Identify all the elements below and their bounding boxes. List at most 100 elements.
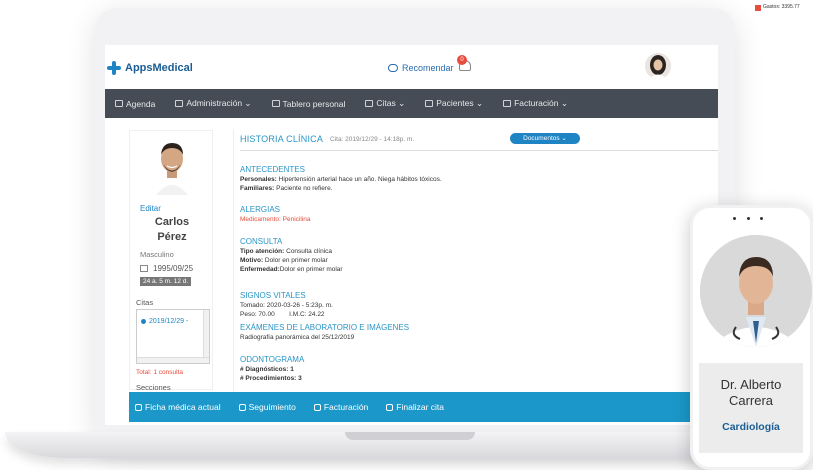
app-screen: AppsMedical Recomendar 0 Agenda Administ…	[105, 45, 718, 425]
consulta-motivo: Motivo: Dolor en primer molar	[240, 256, 343, 265]
expense-text: Gastos: 3395.77	[763, 4, 800, 10]
nav-agenda-label: Agenda	[126, 98, 156, 109]
examenes-heading: EXÁMENES DE LABORATORIO E IMÁGENES	[240, 323, 410, 332]
ficha-medica-button[interactable]: Ficha médica actual	[135, 402, 221, 412]
patient-first-name: Carlos	[154, 216, 190, 228]
user-icon	[135, 403, 142, 411]
section-examenes: EXÁMENES DE LABORATORIO E IMÁGENES Radio…	[240, 323, 409, 342]
finalizar-cita-label: Finalizar cita	[396, 402, 444, 412]
doctor-card: Dr. Alberto Carrera Cardiología	[699, 363, 803, 453]
motivo-label: Motivo:	[240, 257, 264, 264]
phone-speaker	[733, 217, 763, 220]
nav-pacientes[interactable]: Pacientes ⌄	[415, 98, 493, 109]
phone-mockup: Dr. Alberto Carrera Cardiología	[690, 205, 813, 470]
logo[interactable]: AppsMedical	[107, 61, 193, 75]
patient-last-name: Pérez	[157, 231, 187, 243]
notifications-button[interactable]: 0	[457, 55, 473, 73]
seguimiento-label: Seguimiento	[248, 402, 296, 412]
chart-icon	[271, 100, 280, 107]
familiares-label: Familiares:	[240, 185, 275, 192]
odontograma-procedimientos: # Procedimientos: 3	[240, 375, 302, 382]
personales-label: Personales:	[240, 176, 277, 183]
calendar-check-icon	[365, 100, 374, 107]
consulta-enfermedad: Enfermedad:Dolor en primer molar	[240, 265, 343, 274]
odontograma-diagnosticos: # Diagnósticos: 1	[240, 366, 294, 373]
medical-cross-icon	[107, 61, 121, 75]
familiares-value: Paciente no refiere.	[274, 185, 333, 192]
clinical-history-title: HISTORIA CLÍNICA	[240, 134, 324, 144]
doctor-photo	[700, 235, 812, 347]
facturacion-button[interactable]: Facturación	[313, 402, 369, 412]
chat-bubble-icon	[388, 64, 398, 72]
facturacion-label: Facturación	[323, 402, 369, 412]
antecedentes-personales: Personales: Hipertensión arterial hace u…	[240, 175, 442, 184]
section-antecedentes: ANTECEDENTES Personales: Hipertensión ar…	[240, 165, 442, 193]
patient-photo-image	[142, 133, 202, 195]
nav-tablero-label: Tablero personal	[282, 98, 346, 109]
patient-panel: Editar Carlos Pérez Masculino 1995/09/25…	[129, 130, 213, 392]
nav-pacientes-label: Pacientes ⌄	[436, 98, 484, 108]
patient-dob: 1995/09/25	[140, 264, 193, 273]
document-icon	[313, 403, 321, 411]
nav-facturacion[interactable]: Facturación ⌄	[493, 98, 578, 109]
ficha-medica-label: Ficha médica actual	[145, 402, 221, 412]
consulta-heading: CONSULTA	[240, 237, 283, 246]
doctor-photo-image	[700, 235, 812, 347]
patient-photo	[142, 133, 202, 195]
citas-scrollbar-vertical[interactable]	[203, 310, 209, 363]
expense-indicator: Gastos: 3395.77	[755, 0, 813, 12]
secciones-label: Secciones	[136, 383, 171, 392]
edit-patient-link[interactable]: Editar	[140, 204, 161, 213]
finalizar-cita-button[interactable]: Finalizar cita	[386, 402, 444, 412]
avatar-image	[645, 53, 671, 79]
total-consultas: Total: 1 consulta	[136, 369, 183, 376]
section-odontograma: ODONTOGRAMA # Diagnósticos: 1 # Procedim…	[240, 355, 304, 383]
calendar-icon	[140, 265, 148, 272]
logo-text: AppsMedical	[125, 62, 193, 74]
bullet-icon	[141, 319, 146, 324]
patient-dob-value: 1995/09/25	[153, 264, 194, 273]
examenes-value: Radiografía panorámica del 25/12/2019	[240, 334, 355, 341]
motivo-value: Dolor en primer molar	[263, 257, 328, 264]
notification-badge: 0	[457, 55, 467, 65]
check-circle-icon	[386, 403, 394, 411]
main-navbar: Agenda Administración ⌄ Tablero personal…	[105, 89, 718, 118]
nav-citas[interactable]: Citas ⌄	[355, 98, 415, 109]
nav-tablero[interactable]: Tablero personal	[262, 99, 356, 109]
section-consulta: CONSULTA Tipo atención: Consulta clínica…	[240, 237, 343, 274]
cita-item[interactable]: 2019/12/29 -	[141, 318, 188, 325]
patient-gender: Masculino	[140, 250, 174, 259]
signos-heading: SIGNOS VITALES	[240, 291, 306, 300]
enfermedad-value: Dolor en primer molar	[279, 266, 343, 273]
alergias-heading: ALERGIAS	[240, 205, 281, 214]
invoice-icon	[503, 100, 512, 107]
citas-scrollbar-horizontal[interactable]	[137, 357, 209, 363]
alergias-value: Medicamento: Penicilina	[240, 216, 311, 223]
clinical-history-header: HISTORIA CLÍNICA Cita: 2019/12/29 - 14:1…	[240, 131, 718, 151]
consulta-tipo: Tipo atención: Consulta clínica	[240, 247, 343, 256]
comment-icon	[238, 403, 246, 411]
seguimiento-button[interactable]: Seguimiento	[238, 402, 296, 412]
nav-facturacion-label: Facturación ⌄	[514, 98, 568, 108]
citas-list[interactable]: 2019/12/29 -	[136, 309, 210, 364]
laptop-notch	[345, 432, 475, 440]
nav-citas-label: Citas ⌄	[376, 98, 406, 108]
citas-label: Citas	[136, 298, 154, 307]
nav-agenda[interactable]: Agenda	[105, 99, 165, 109]
nav-administracion[interactable]: Administración ⌄	[165, 98, 261, 109]
user-avatar[interactable]	[645, 53, 671, 79]
app-header: AppsMedical Recomendar 0	[105, 45, 718, 89]
recommend-button[interactable]: Recomendar	[388, 63, 454, 73]
signos-peso: Peso: 70.00 I.M.C: 24.22	[240, 311, 325, 318]
doctor-name-line2: Carrera	[728, 393, 774, 408]
antecedentes-heading: ANTECEDENTES	[240, 165, 305, 174]
appointment-date: Cita: 2019/12/29 - 14:18p. m.	[330, 136, 415, 143]
nav-administracion-label: Administración ⌄	[186, 98, 252, 108]
doctor-specialty: Cardiología	[722, 421, 780, 433]
expense-color-swatch	[755, 5, 761, 11]
documents-button[interactable]: Documentos ⌄	[510, 133, 580, 144]
tipo-label: Tipo atención:	[240, 248, 285, 255]
patient-age-badge: 24 a. 5 m. 12 d.	[140, 277, 192, 286]
users-icon	[425, 100, 434, 107]
calendar-icon	[115, 100, 123, 107]
